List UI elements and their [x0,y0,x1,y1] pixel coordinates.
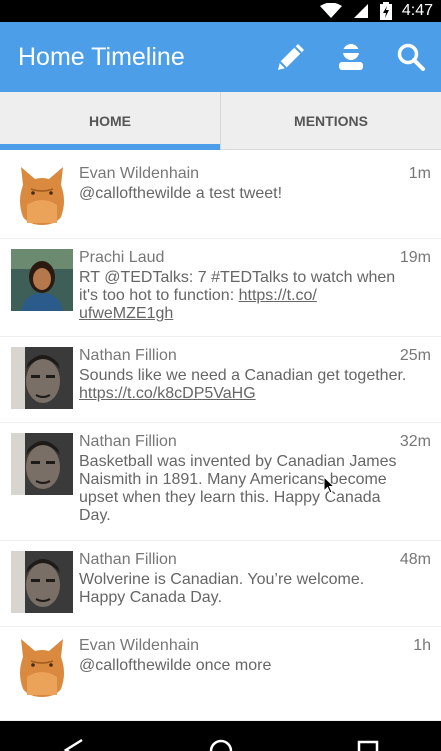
tweet-item[interactable]: Nathan Fillion 32m Basketball was invent… [0,423,441,541]
tweet-age: 25m [399,347,431,364]
tweet-text-line: Happy Canada Day. [79,589,222,606]
active-tab-indicator [0,144,220,150]
profile-button[interactable] [321,22,381,92]
clock: 4:47 [401,2,433,19]
tweet-text-line: Day. [79,507,111,524]
compose-button[interactable] [261,22,321,92]
tweet-author: Nathan Fillion [79,433,177,450]
profile-icon [339,44,363,70]
tweet-text-line: upset when they learn this. Happy Canada [79,489,381,506]
tweet-text-line: it's too hot to function: https://t.co/ [79,287,431,305]
tweet-text-line: RT @TEDTalks: 7 #TEDTalks to watch when [79,269,396,286]
recents-button[interactable] [348,738,388,751]
signal-icon [353,4,368,18]
home-icon [209,739,232,751]
back-icon [63,738,83,751]
dog-avatar[interactable] [11,165,73,227]
tweet-link-continued[interactable]: ufweMZE1gh [79,305,173,322]
tab-bar: HOME MENTIONS [0,92,441,150]
search-button[interactable] [381,22,441,92]
tab-home[interactable]: HOME [0,92,220,150]
tweet-link[interactable]: https://t.co/k8cDP5VaHG [79,385,256,402]
timeline-list[interactable]: Evan Wildenhain 1m @callofthewilde a tes… [0,151,441,721]
tweet-text: Basketball was invented by Canadian Jame… [79,453,431,525]
home-button[interactable] [201,738,241,751]
tweet-age: 1h [413,637,431,654]
face-avatar[interactable] [11,551,73,613]
tweet-text-line: Wolverine is Canadian. You’re welcome. [79,571,365,588]
tweet-age: 48m [399,551,431,568]
tweet-link[interactable]: https://t.co/ [239,287,317,304]
tweet-text: Sounds like we need a Canadian get toget… [79,367,431,403]
face-avatar[interactable] [11,347,73,409]
face-avatar[interactable] [11,433,73,495]
tweet-item[interactable]: Evan Wildenhain 1h @callofthewilde once … [0,627,441,721]
tweet-author: Nathan Fillion [79,347,177,364]
back-button[interactable] [54,738,94,751]
tweet-age: 32m [399,433,431,450]
tweet-author: Prachi Laud [79,249,165,266]
tweet-text-line: ufweMZE1gh [79,305,431,323]
tweet-item[interactable]: Prachi Laud 19m RT @TEDTalks: 7 #TEDTalk… [0,239,441,337]
tweet-author: Evan Wildenhain [79,165,200,182]
search-icon [397,43,425,71]
status-bar: 4:47 [0,0,441,22]
tweet-item[interactable]: Nathan Fillion 48m Wolverine is Canadian… [0,541,441,627]
page-title: Home Timeline [18,42,185,71]
tweet-text-line: https://t.co/k8cDP5VaHG [79,385,431,403]
system-nav-bar [0,721,441,751]
tweet-text-segment: it's too hot to function: [79,287,239,304]
tweet-text: @callofthewilde once more [79,657,272,674]
app-bar: Home Timeline [0,22,441,92]
tweet-text: @callofthewilde a test tweet! [79,185,283,202]
recents-icon [357,740,378,751]
tweet-item[interactable]: Nathan Fillion 25m Sounds like we need a… [0,337,441,423]
tweet-text-line: Basketball was invented by Canadian Jame… [79,453,397,470]
mouse-cursor-icon [323,476,335,494]
tab-mentions-label: MENTIONS [294,112,368,129]
tweet-text: Wolverine is Canadian. You’re welcome. H… [79,571,431,607]
tweet-author: Evan Wildenhain [79,637,200,654]
tweet-age: 1m [408,165,431,182]
dog-avatar[interactable] [11,637,73,699]
tweet-age: 19m [399,249,431,266]
tweet-text-line: Sounds like we need a Canadian get toget… [79,367,407,384]
tweet-text: RT @TEDTalks: 7 #TEDTalks to watch when … [79,269,431,323]
tweet-author: Nathan Fillion [79,551,177,568]
compose-icon [278,44,304,70]
tab-mentions[interactable]: MENTIONS [220,92,441,149]
person-avatar[interactable] [11,249,73,311]
wifi-icon [319,3,342,18]
tweet-text-line: Naismith in 1891. Many Americans become [79,471,387,488]
battery-icon [379,2,392,20]
tab-home-label: HOME [89,112,131,129]
tweet-item[interactable]: Evan Wildenhain 1m @callofthewilde a tes… [0,151,441,239]
